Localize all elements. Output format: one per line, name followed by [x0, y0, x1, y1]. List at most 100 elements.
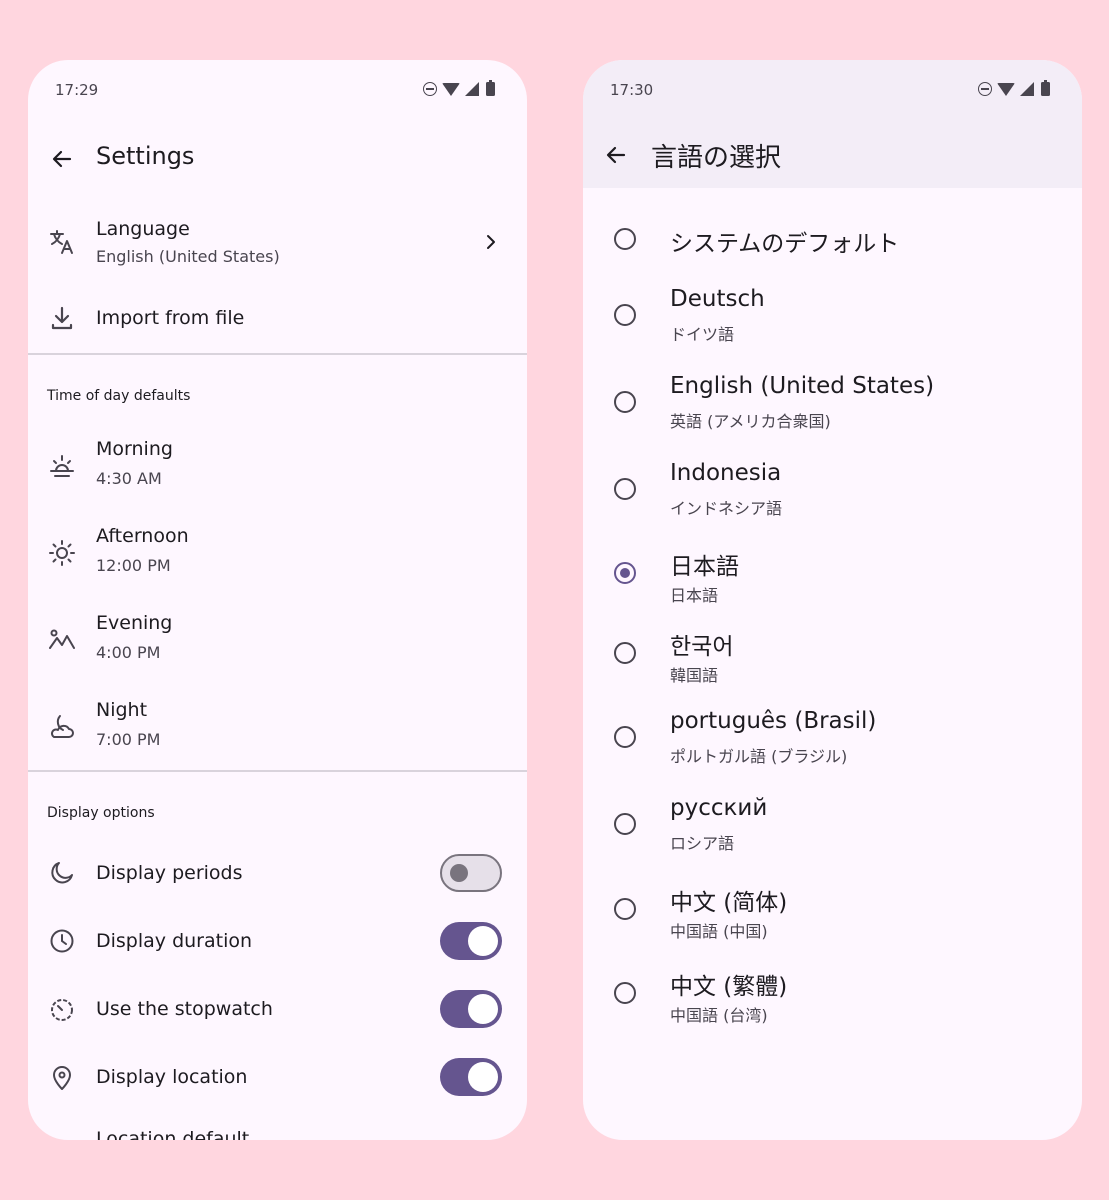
language-value: English (United States)	[96, 247, 280, 266]
switch-knob	[468, 994, 498, 1024]
wifi-icon	[997, 82, 1015, 96]
morning-value: 4:30 AM	[96, 469, 162, 488]
language-option-chinese-simplified[interactable]: 中文 (简体) 中国語 (中国)	[583, 878, 1082, 942]
timer-icon	[51, 999, 73, 1021]
language-name: 中文 (繁體)	[670, 974, 788, 1000]
radio-button[interactable]	[614, 304, 636, 326]
language-native-name: 中国語 (中国)	[670, 922, 768, 941]
language-option-english-us[interactable]: English (United States) 英語 (アメリカ合衆国)	[583, 371, 1082, 435]
language-option-chinese-traditional[interactable]: 中文 (繁體) 中国語 (台湾)	[583, 962, 1082, 1026]
language-native-name: 中国語 (台湾)	[670, 1006, 768, 1025]
language-option-portuguese-brazil[interactable]: português (Brasil) ポルトガル語 (ブラジル)	[583, 706, 1082, 770]
location-pin-icon	[53, 1066, 71, 1090]
status-bar: 17:29	[28, 60, 527, 120]
radio-button-selected[interactable]	[614, 562, 636, 584]
radio-button[interactable]	[614, 642, 636, 664]
radio-button[interactable]	[614, 898, 636, 920]
language-option-system-default[interactable]: システムのデフォルト	[583, 210, 1082, 270]
language-native-name: 日本語	[670, 586, 719, 605]
back-arrow-icon[interactable]	[604, 143, 628, 167]
language-option-japanese[interactable]: 日本語 日本語	[583, 542, 1082, 606]
language-setting-row[interactable]: Language English (United States)	[28, 210, 527, 276]
language-native-name: ポルトガル語 (ブラジル)	[670, 747, 848, 766]
switch-knob	[468, 1062, 498, 1092]
language-native-name: インドネシア語	[670, 499, 783, 518]
language-name: Indonesia	[670, 460, 782, 486]
radio-button[interactable]	[614, 982, 636, 1004]
moon-cloud-icon	[51, 715, 74, 738]
settings-screen: 17:29 Settings Language English (United …	[28, 60, 527, 1140]
night-label: Night	[96, 699, 148, 721]
afternoon-label: Afternoon	[96, 525, 189, 547]
afternoon-value: 12:00 PM	[96, 556, 171, 575]
cellular-signal-icon	[465, 82, 479, 96]
language-option-russian[interactable]: русский ロシア語	[583, 793, 1082, 857]
language-name: 日本語	[670, 554, 739, 580]
language-native-name: ドイツ語	[670, 325, 735, 344]
language-native-name: 英語 (アメリカ合衆国)	[670, 412, 831, 431]
language-native-name: ロシア語	[670, 834, 735, 853]
language-name: 中文 (简体)	[670, 890, 788, 916]
use-stopwatch-row[interactable]: Use the stopwatch	[28, 986, 527, 1032]
use-stopwatch-switch[interactable]	[440, 990, 502, 1028]
status-icons	[978, 80, 1050, 96]
moon-icon	[51, 862, 73, 884]
display-location-row[interactable]: Display location	[28, 1054, 527, 1100]
import-from-file-row[interactable]: Import from file	[28, 300, 527, 340]
sun-icon	[49, 540, 75, 566]
night-time-row[interactable]: Night 7:00 PM	[28, 695, 527, 759]
radio-button[interactable]	[614, 391, 636, 413]
language-label: Language	[96, 218, 190, 240]
language-option-deutsch[interactable]: Deutsch ドイツ語	[583, 284, 1082, 348]
location-default-label[interactable]: Location default	[96, 1128, 249, 1140]
display-location-switch[interactable]	[440, 1058, 502, 1096]
display-periods-switch[interactable]	[440, 854, 502, 892]
evening-time-row[interactable]: Evening 4:00 PM	[28, 608, 527, 672]
chevron-right-icon	[487, 235, 495, 249]
time-of-day-section-title: Time of day defaults	[47, 388, 191, 404]
clock-icon	[50, 929, 74, 953]
radio-button[interactable]	[614, 478, 636, 500]
page-title: 言語の選択	[651, 143, 782, 173]
language-option-korean[interactable]: 한국어 韓国語	[583, 622, 1082, 686]
download-icon	[51, 306, 73, 330]
language-name: Deutsch	[670, 286, 765, 312]
display-location-label: Display location	[96, 1066, 248, 1088]
top-app-bar: 17:30 言語の選択	[583, 60, 1082, 188]
display-periods-label: Display periods	[96, 862, 243, 884]
sunrise-icon	[50, 455, 74, 477]
landscape-icon	[49, 629, 75, 649]
use-stopwatch-label: Use the stopwatch	[96, 998, 273, 1020]
evening-value: 4:00 PM	[96, 643, 161, 662]
wifi-icon	[442, 82, 460, 96]
radio-button[interactable]	[614, 228, 636, 250]
display-duration-row[interactable]: Display duration	[28, 918, 527, 964]
language-name: 한국어	[670, 634, 734, 660]
display-periods-row[interactable]: Display periods	[28, 850, 527, 896]
translate-icon	[50, 230, 73, 254]
night-value: 7:00 PM	[96, 730, 161, 749]
radio-button[interactable]	[614, 726, 636, 748]
back-arrow-icon[interactable]	[50, 147, 74, 171]
divider	[28, 770, 527, 772]
page-title: Settings	[96, 142, 195, 170]
afternoon-time-row[interactable]: Afternoon 12:00 PM	[28, 521, 527, 585]
switch-knob	[468, 926, 498, 956]
status-icons	[423, 80, 495, 96]
morning-time-row[interactable]: Morning 4:30 AM	[28, 434, 527, 498]
battery-icon	[486, 80, 495, 96]
language-name: português (Brasil)	[670, 708, 877, 734]
evening-label: Evening	[96, 612, 173, 634]
status-time: 17:29	[55, 81, 99, 99]
morning-label: Morning	[96, 438, 173, 460]
divider	[28, 353, 527, 355]
import-from-file-label: Import from file	[96, 307, 245, 329]
do-not-disturb-icon	[978, 82, 992, 96]
display-options-section-title: Display options	[47, 805, 155, 821]
display-duration-switch[interactable]	[440, 922, 502, 960]
language-name: システムのデフォルト	[670, 231, 900, 257]
display-duration-label: Display duration	[96, 930, 253, 952]
cellular-signal-icon	[1020, 82, 1034, 96]
radio-button[interactable]	[614, 813, 636, 835]
language-option-indonesia[interactable]: Indonesia インドネシア語	[583, 458, 1082, 522]
